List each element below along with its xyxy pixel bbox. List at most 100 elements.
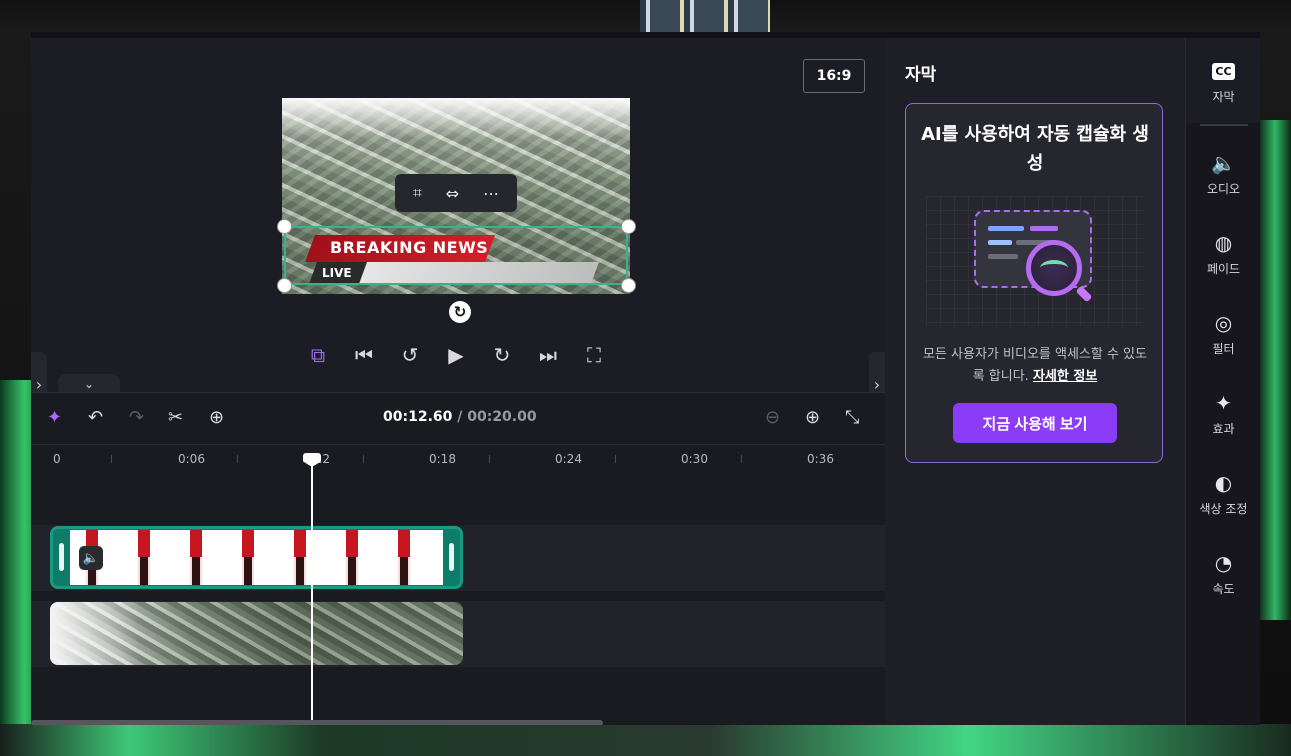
illustration-bar [988, 226, 1024, 231]
undo-icon[interactable]: ↶ [88, 407, 103, 428]
color-adjust-icon: ◐ [1214, 471, 1233, 495]
illustration-bar [988, 254, 1018, 259]
promo-title: AI를 사용하여 자동 캡슐화 생성 [921, 124, 1149, 174]
fullscreen-icon[interactable]: ⛶ [577, 343, 611, 367]
skip-end-icon[interactable]: ⏭ [531, 343, 565, 367]
ai-scene-icon[interactable]: ⧉ [301, 343, 335, 367]
more-icon[interactable]: ⋯ [483, 184, 499, 203]
clip-trim-handle-left[interactable] [59, 543, 64, 571]
resize-handle-top-right[interactable] [621, 219, 636, 234]
video-clip[interactable] [50, 602, 463, 665]
crop-icon[interactable]: ⌗ [413, 183, 422, 203]
ruler-tick [363, 455, 364, 463]
rail-divider [1200, 124, 1248, 126]
element-toolbar: ⌗ ⇔ ⋯ [395, 174, 517, 212]
timeline-scrollbar[interactable] [31, 720, 603, 725]
clip-thumbnails-lower [70, 557, 443, 585]
ruler-label: 0:24 [555, 452, 582, 466]
chevron-right-icon: › [35, 374, 43, 394]
magnifier-handle [1075, 285, 1093, 303]
rail-item-speed[interactable]: ◔ 속도 [1186, 536, 1260, 606]
add-media-icon[interactable]: ⊕ [209, 407, 224, 428]
selection-box[interactable] [284, 226, 628, 285]
filter-icon: ◎ [1214, 311, 1233, 335]
redo-icon[interactable]: ↷ [129, 407, 144, 428]
ruler-tick [237, 455, 238, 463]
rail-label: 속도 [1212, 582, 1235, 596]
timecode: 00:12.60 / 00:20.00 [383, 409, 537, 425]
ruler-tick [111, 455, 112, 463]
audio-icon: 🔈 [1211, 151, 1236, 175]
rail-label: 오디오 [1206, 182, 1241, 196]
rail-label: 자막 [1212, 90, 1235, 104]
total-time: / 00:20.00 [457, 409, 537, 425]
captions-illustration [926, 196, 1144, 326]
preview-area: 16:9 BREAKING NEWS LIVE ⌗ ⇔ ⋯ ↻ ⧉ ⏮ ↺ ▶ … [31, 38, 885, 418]
rail-item-fade[interactable]: ◍ 페이드 [1186, 216, 1260, 286]
promo-description: 모든 사용자가 비디오를 액세스할 수 있도록 합니다. 자세한 정보 [920, 344, 1150, 388]
fit-timeline-icon[interactable]: ⤡ [845, 407, 859, 428]
rail-label: 페이드 [1206, 262, 1241, 276]
forward-5-icon[interactable]: ↻ [485, 343, 519, 367]
backdrop-stripes [640, 0, 770, 32]
auto-captions-card: AI를 사용하여 자동 캡슐화 생성 모든 사용자가 비디오를 액세스할 수 있… [905, 103, 1163, 463]
rotate-icon[interactable]: ↻ [449, 301, 471, 323]
ruler-label: 0:30 [681, 452, 708, 466]
timeline: ✦ ↶ ↷ ✂ ⊕ 00:12.60 / 00:20.00 ⊖ ⊕ ⤡ 0 0:… [31, 392, 885, 725]
ruler-label: 0 [53, 452, 61, 466]
fit-icon[interactable]: ⇔ [446, 184, 459, 203]
resize-handle-bottom-left[interactable] [277, 278, 292, 293]
clip-trim-handle-right[interactable] [449, 543, 454, 571]
ai-sparkle-icon[interactable]: ✦ [47, 407, 62, 428]
cc-icon: CC [1212, 62, 1235, 80]
split-icon[interactable]: ✂ [168, 407, 183, 428]
backdrop-green-right [1259, 120, 1291, 620]
play-icon[interactable]: ▶ [439, 343, 473, 367]
rail-label: 효과 [1212, 422, 1235, 436]
ruler-label: 0:18 [429, 452, 456, 466]
ruler-tick [615, 455, 616, 463]
zoom-in-icon[interactable]: ⊕ [805, 407, 820, 428]
timeline-toolbar: ✦ ↶ ↷ ✂ ⊕ 00:12.60 / 00:20.00 ⊖ ⊕ ⤡ [31, 393, 885, 443]
panel-title: 자막 [905, 65, 937, 85]
illustration-bar [1030, 226, 1058, 231]
zoom-out-icon[interactable]: ⊖ [765, 407, 780, 428]
rail-label: 필터 [1212, 342, 1235, 356]
clip-fade [50, 602, 140, 665]
ruler-tick [489, 455, 490, 463]
speed-icon: ◔ [1214, 551, 1233, 575]
captions-panel: 자막 AI를 사용하여 자동 캡슐화 생성 모든 사용자가 비디오를 액세스할 … [885, 38, 1185, 725]
playhead[interactable] [311, 453, 313, 725]
rewind-5-icon[interactable]: ↺ [393, 343, 427, 367]
backdrop-green-bottom [0, 724, 1291, 756]
effects-icon: ✦ [1215, 391, 1232, 415]
clip-volume-icon[interactable]: 🔈 [79, 546, 103, 570]
rail-label: 색상 조정 [1199, 502, 1248, 516]
chevron-right-icon: › [873, 374, 881, 394]
rail-item-effects[interactable]: ✦ 효과 [1186, 376, 1260, 446]
ruler-label: 0:06 [178, 452, 205, 466]
chevron-down-icon: ⌄ [83, 377, 95, 391]
tool-rail: CC 자막 🔈 오디오 ◍ 페이드 ◎ 필터 ✦ 효과 ◐ 색상 조정 ◔ 속도 [1185, 38, 1260, 725]
playback-controls: ⧉ ⏮ ↺ ▶ ↻ ⏭ ⛶ [301, 338, 611, 372]
time-ruler[interactable]: 0 0:06 0:12 0:18 0:24 0:30 0:36 [31, 444, 885, 475]
text-overlay-clip[interactable]: 🔈 [50, 526, 463, 589]
ruler-label: 0:36 [807, 452, 834, 466]
rail-item-audio[interactable]: 🔈 오디오 [1186, 136, 1260, 206]
timeline-collapse-tab[interactable]: ⌄ [58, 374, 120, 394]
resize-handle-bottom-right[interactable] [621, 278, 636, 293]
rail-item-captions[interactable]: CC 자막 [1186, 44, 1260, 114]
resize-handle-top-left[interactable] [277, 219, 292, 234]
illustration-wave [1040, 260, 1068, 276]
rail-item-filters[interactable]: ◎ 필터 [1186, 296, 1260, 366]
current-time: 00:12.60 [383, 409, 453, 425]
skip-start-icon[interactable]: ⏮ [347, 343, 381, 367]
learn-more-link[interactable]: 자세한 정보 [1033, 369, 1097, 384]
rail-item-color-adjust[interactable]: ◐ 색상 조정 [1186, 456, 1260, 526]
illustration-bar [988, 240, 1012, 245]
aspect-ratio-button[interactable]: 16:9 [803, 59, 865, 93]
try-now-button[interactable]: 지금 사용해 보기 [953, 403, 1117, 443]
editor-window: 16:9 BREAKING NEWS LIVE ⌗ ⇔ ⋯ ↻ ⧉ ⏮ ↺ ▶ … [31, 32, 1260, 725]
canvas-top-fade [282, 98, 630, 138]
fade-icon: ◍ [1214, 231, 1233, 255]
